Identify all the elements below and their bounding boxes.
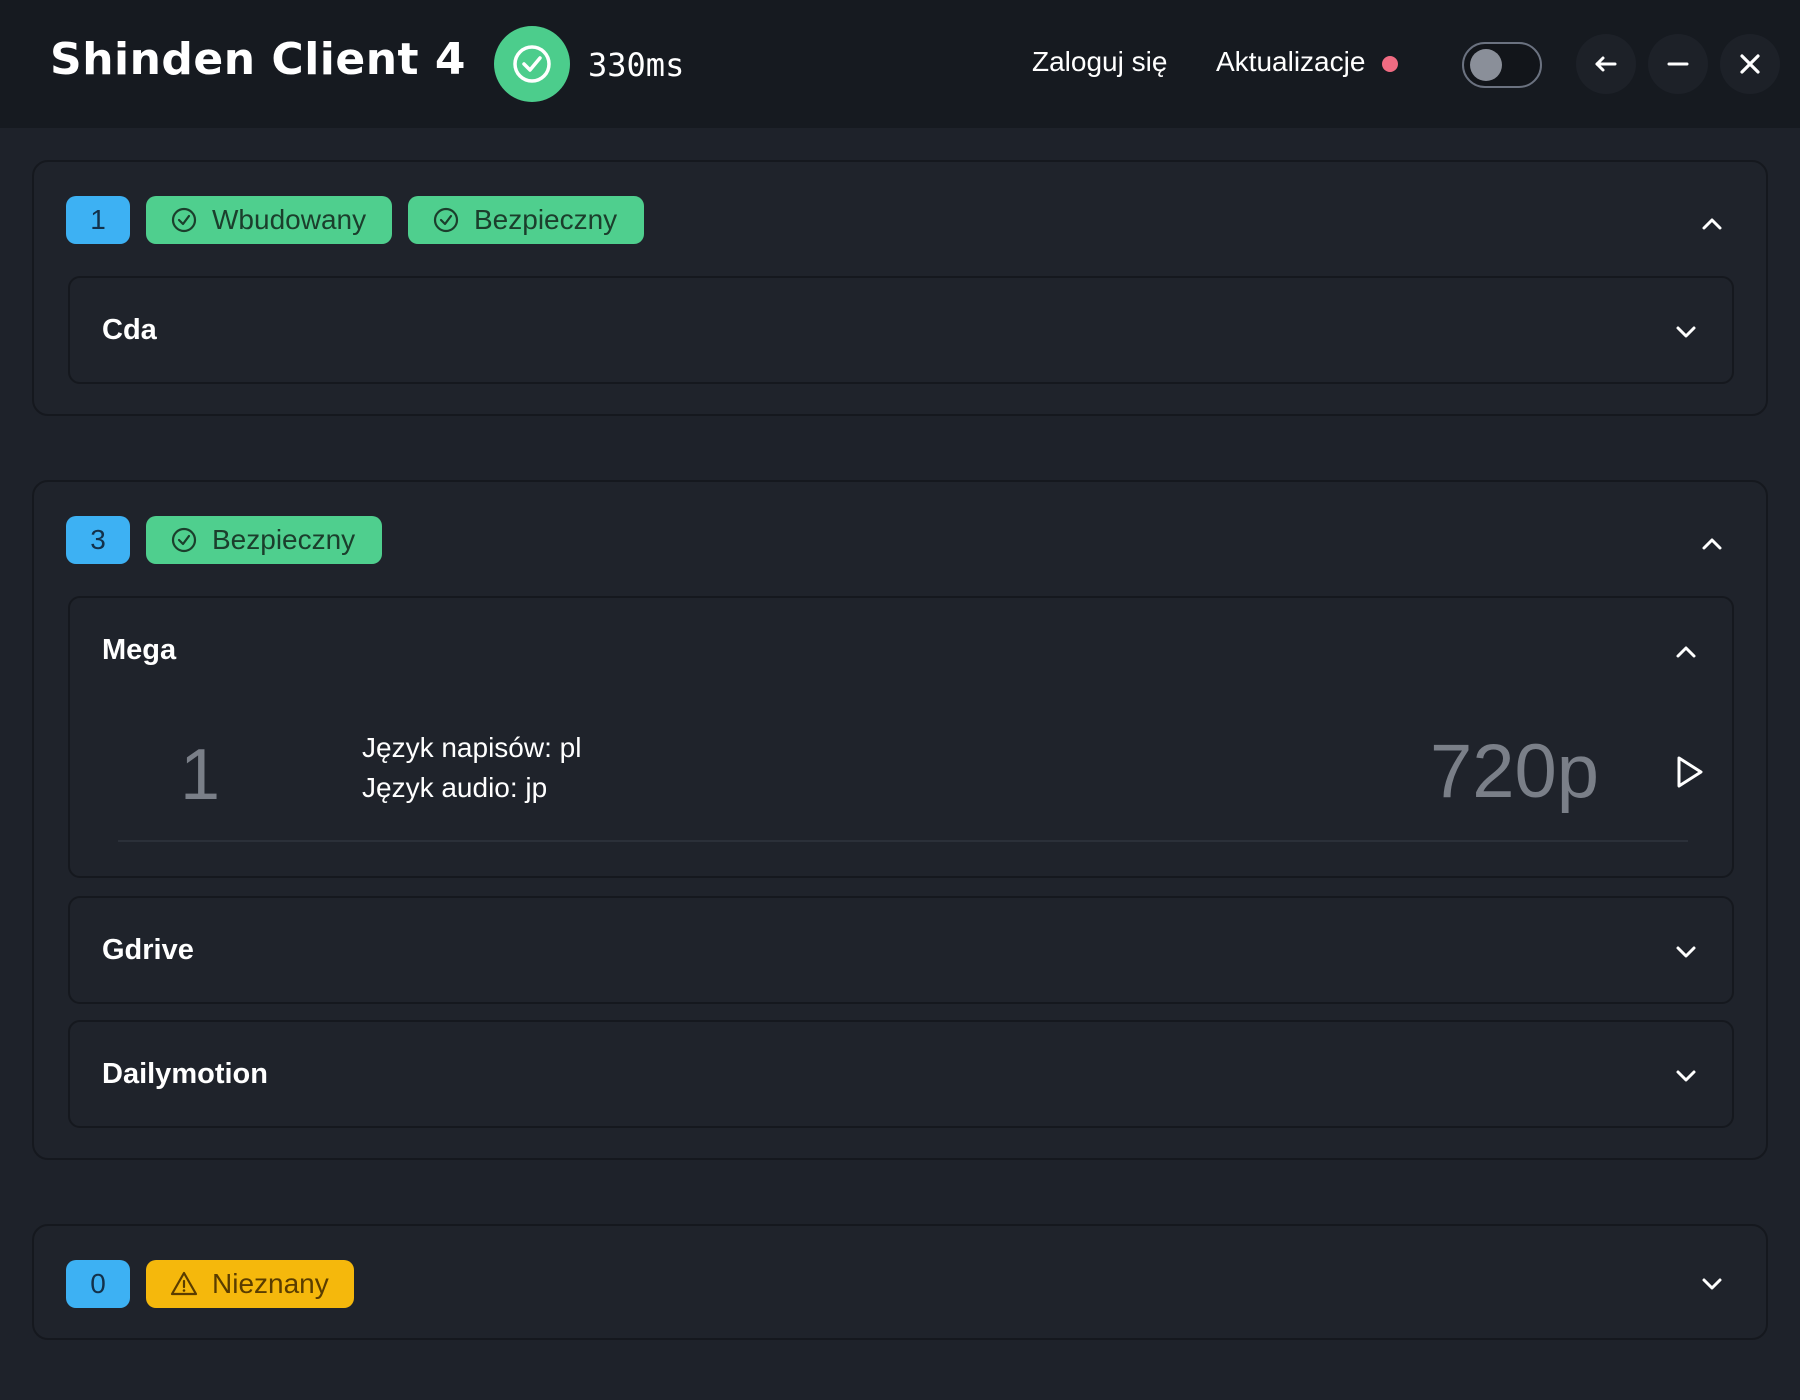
check-circle-icon <box>170 206 198 234</box>
safe-badge: Bezpieczny <box>408 196 644 244</box>
close-icon <box>1740 54 1760 74</box>
check-circle-icon <box>432 206 460 234</box>
check-circle-icon <box>170 526 198 554</box>
player-count-badge: 1 <box>66 196 130 244</box>
host-name: Cda <box>102 314 157 346</box>
ping-value: 330ms <box>588 46 685 84</box>
player-row[interactable]: 1 Język napisów: pl Język audio: jp 720p <box>118 706 1703 842</box>
chevron-up-icon <box>1702 538 1722 550</box>
login-link[interactable]: Zaloguj się <box>1032 46 1167 78</box>
collapse-group-button[interactable] <box>1694 526 1730 562</box>
host-item-mega[interactable]: Mega 1 Język napisów: pl Język audio: jp… <box>68 596 1734 878</box>
chevron-up-icon <box>1702 218 1722 230</box>
player-number: 1 <box>180 735 221 815</box>
theme-toggle[interactable] <box>1462 42 1542 88</box>
collapse-host-button[interactable] <box>1668 634 1704 670</box>
expand-host-button[interactable] <box>1668 314 1704 350</box>
player-count-badge: 3 <box>66 516 130 564</box>
chevron-down-icon <box>1676 946 1696 958</box>
close-button[interactable] <box>1720 34 1780 94</box>
badge-label: Bezpieczny <box>474 204 618 235</box>
play-button[interactable] <box>1670 750 1710 794</box>
subtitle-language: Język napisów: pl <box>362 732 582 763</box>
minimize-icon <box>1667 62 1689 66</box>
badge-label: Wbudowany <box>212 204 367 235</box>
play-icon <box>1677 756 1703 788</box>
safe-badge: Bezpieczny <box>146 516 382 564</box>
arrow-left-icon <box>1595 56 1617 72</box>
expand-host-button[interactable] <box>1668 934 1704 970</box>
player-group-card: 3 Bezpieczny Mega 1 Język napisów: pl Ję… <box>32 480 1768 1160</box>
chevron-down-icon <box>1676 326 1696 338</box>
audio-language: Język audio: jp <box>362 772 548 803</box>
collapse-group-button[interactable] <box>1694 206 1730 242</box>
updates-link[interactable]: Aktualizacje <box>1216 46 1365 78</box>
player-group-card: 0 Nieznany <box>32 1224 1768 1340</box>
player-count-badge: 0 <box>66 1260 130 1308</box>
back-button[interactable] <box>1576 34 1636 94</box>
expand-group-button[interactable] <box>1694 1266 1730 1302</box>
expand-host-button[interactable] <box>1668 1058 1704 1094</box>
toggle-knob <box>1470 49 1502 81</box>
warning-icon <box>170 1270 198 1298</box>
connection-status-icon <box>494 26 570 102</box>
update-notification-dot <box>1382 56 1398 72</box>
player-group-card: 1 Wbudowany Bezpieczny Cda <box>32 160 1768 416</box>
host-item-cda[interactable]: Cda <box>68 276 1734 384</box>
video-quality: 720p <box>1430 729 1600 814</box>
host-item-gdrive[interactable]: Gdrive <box>68 896 1734 1004</box>
chevron-up-icon <box>1676 646 1696 658</box>
host-name: Dailymotion <box>102 1058 268 1090</box>
builtin-badge: Wbudowany <box>146 196 392 244</box>
title-bar: Shinden Client 4 330ms Zaloguj się Aktua… <box>0 0 1800 128</box>
unknown-badge: Nieznany <box>146 1260 354 1308</box>
app-title: Shinden Client 4 <box>50 34 466 85</box>
chevron-down-icon <box>1676 1070 1696 1082</box>
host-name: Gdrive <box>102 934 194 966</box>
host-item-dailymotion[interactable]: Dailymotion <box>68 1020 1734 1128</box>
host-name: Mega <box>102 634 177 666</box>
badge-label: Bezpieczny <box>212 524 356 555</box>
minimize-button[interactable] <box>1648 34 1708 94</box>
chevron-down-icon <box>1702 1278 1722 1290</box>
badge-label: Nieznany <box>212 1268 329 1299</box>
